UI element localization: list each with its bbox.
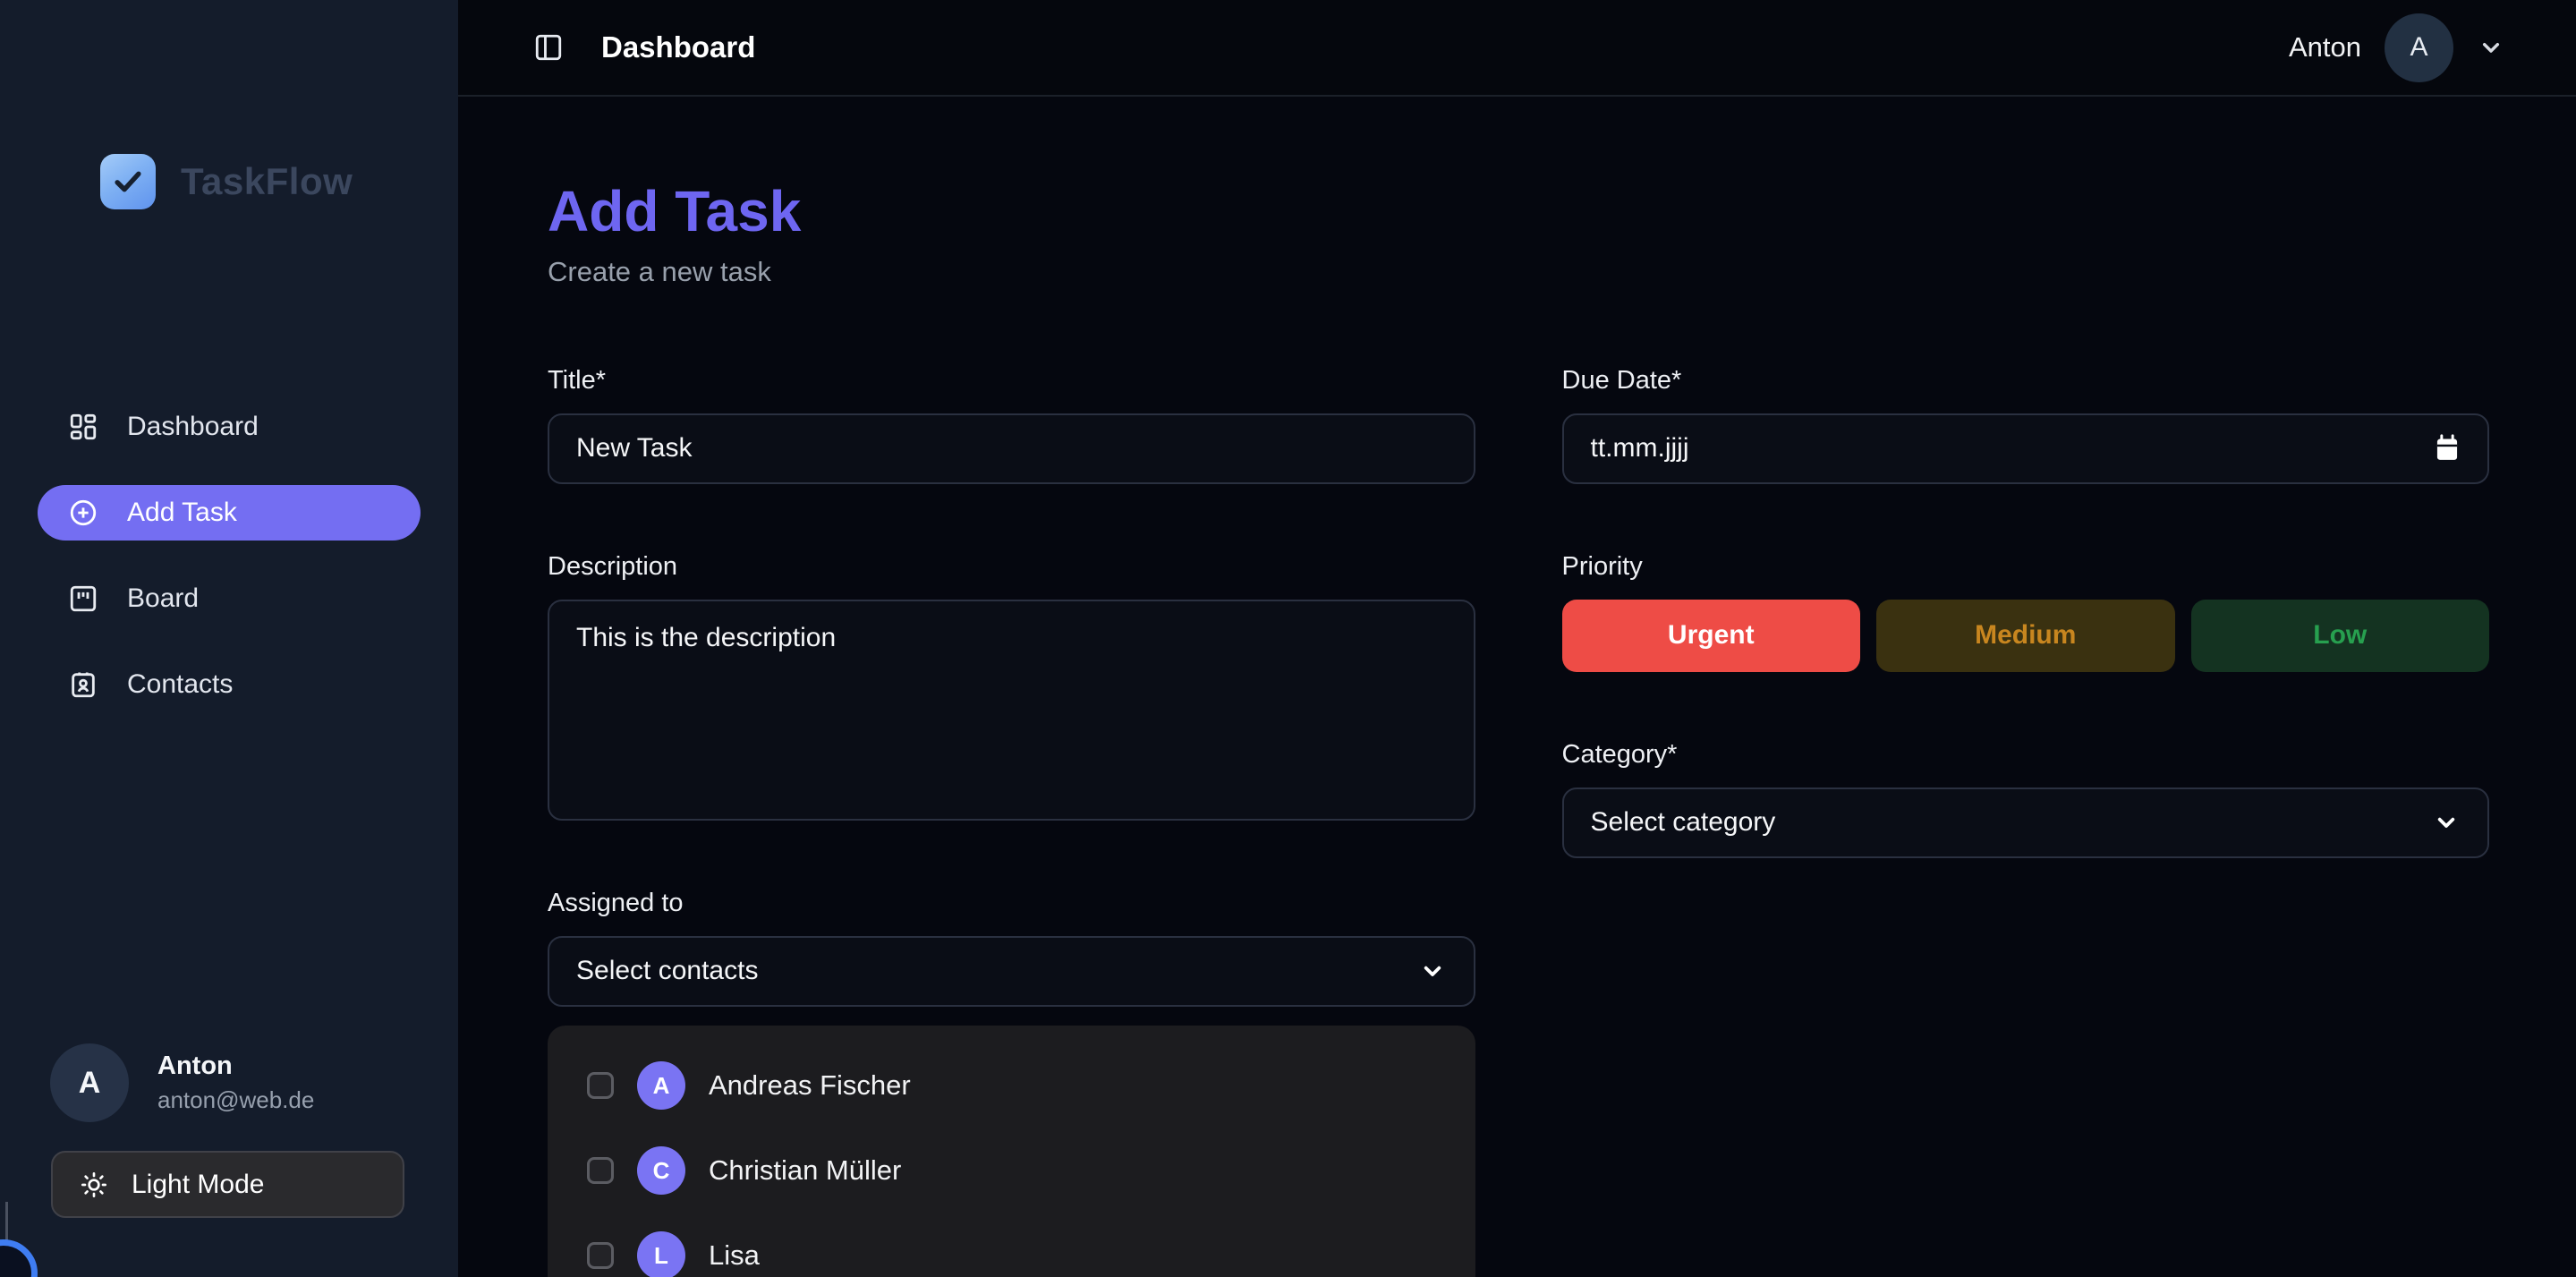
avatar: C	[637, 1146, 685, 1195]
category-placeholder: Select category	[1591, 807, 1776, 838]
priority-label: Priority	[1562, 553, 2490, 580]
sidebar-item-dashboard[interactable]: Dashboard	[38, 399, 421, 455]
contact-checkbox[interactable]	[587, 1072, 614, 1099]
corner-blue-ring-decoration	[0, 1239, 38, 1277]
sidebar-item-board[interactable]: Board	[38, 571, 421, 626]
topbar: Dashboard Anton A	[458, 0, 2576, 97]
priority-medium-button[interactable]: Medium	[1876, 600, 2175, 672]
checkmark-icon	[111, 165, 145, 199]
category-select[interactable]: Select category	[1562, 787, 2490, 858]
calendar-icon[interactable]	[2434, 434, 2461, 463]
taskflow-logo-icon	[100, 154, 156, 209]
add-task-form: Title* Description This is the descripti…	[548, 367, 2489, 1277]
layout-dashboard-icon	[68, 412, 98, 442]
priority-urgent-button[interactable]: Urgent	[1562, 600, 1861, 672]
contact-checkbox[interactable]	[587, 1157, 614, 1184]
light-mode-label: Light Mode	[132, 1170, 264, 1200]
chevron-down-icon	[2432, 808, 2461, 837]
due-date-placeholder: tt.mm.jjjj	[1591, 433, 2435, 464]
contact-option-andreas-fischer[interactable]: A Andreas Fischer	[548, 1043, 1475, 1128]
topbar-user-menu[interactable]: Anton A	[2289, 13, 2505, 82]
contact-option-christian-mueller[interactable]: C Christian Müller	[548, 1128, 1475, 1213]
contact-option-lisa[interactable]: L Lisa	[548, 1213, 1475, 1277]
sidebar-item-label: Dashboard	[127, 412, 259, 442]
assigned-to-label: Assigned to	[548, 890, 1475, 916]
sidebar-item-add-task[interactable]: Add Task	[38, 485, 421, 541]
brand: TaskFlow	[100, 154, 458, 209]
panel-left-icon	[533, 32, 564, 63]
sidebar-user-card: A Anton anton@web.de	[50, 1043, 458, 1122]
chevron-down-icon	[1418, 957, 1447, 985]
description-value: This is the description	[576, 623, 836, 653]
contacts-dropdown-panel: A Andreas Fischer C Christian Müller L L…	[548, 1026, 1475, 1277]
description-textarea[interactable]: This is the description	[548, 600, 1475, 821]
page-subheading: Create a new task	[548, 256, 2489, 288]
due-date-label: Due Date*	[1562, 367, 2490, 394]
contact-name: Christian Müller	[709, 1154, 901, 1187]
sidebar-nav: Dashboard Add Task Board Contacts	[0, 399, 458, 743]
contact-name: Andreas Fischer	[709, 1069, 911, 1102]
contact-name: Lisa	[709, 1239, 760, 1272]
sidebar-item-label: Contacts	[127, 669, 233, 700]
category-label: Category*	[1562, 741, 2490, 768]
plus-circle-icon	[68, 498, 98, 528]
avatar: L	[637, 1231, 685, 1277]
page-heading: Add Task	[548, 179, 2489, 245]
topbar-user-name: Anton	[2289, 31, 2361, 64]
page-title: Dashboard	[601, 30, 755, 64]
sidebar: TaskFlow Dashboard Add Task Board Contac…	[0, 0, 458, 1277]
user-email: anton@web.de	[157, 1086, 314, 1114]
light-mode-toggle[interactable]: Light Mode	[51, 1151, 404, 1218]
kanban-board-icon	[68, 583, 98, 614]
assigned-to-placeholder: Select contacts	[576, 956, 758, 986]
assigned-to-select[interactable]: Select contacts	[548, 936, 1475, 1007]
add-task-page: Add Task Create a new task Title* Descri…	[458, 97, 2576, 1277]
contact-card-icon	[68, 669, 98, 700]
sidebar-item-label: Add Task	[127, 498, 237, 528]
priority-button-group: Urgent Medium Low	[1562, 600, 2490, 672]
avatar: A	[637, 1061, 685, 1110]
description-label: Description	[548, 553, 1475, 580]
contact-checkbox[interactable]	[587, 1242, 614, 1269]
avatar: A	[2385, 13, 2453, 82]
sidebar-item-contacts[interactable]: Contacts	[38, 657, 421, 712]
title-label: Title*	[548, 367, 1475, 394]
sidebar-toggle-button[interactable]	[533, 32, 564, 63]
due-date-input[interactable]: tt.mm.jjjj	[1562, 413, 2490, 484]
user-name: Anton	[157, 1051, 314, 1081]
title-input[interactable]	[548, 413, 1475, 484]
priority-low-button[interactable]: Low	[2191, 600, 2490, 672]
chevron-down-icon[interactable]	[2477, 33, 2505, 62]
sun-icon	[80, 1171, 108, 1199]
avatar: A	[50, 1043, 129, 1122]
sidebar-item-label: Board	[127, 583, 199, 614]
brand-name: TaskFlow	[181, 160, 353, 203]
